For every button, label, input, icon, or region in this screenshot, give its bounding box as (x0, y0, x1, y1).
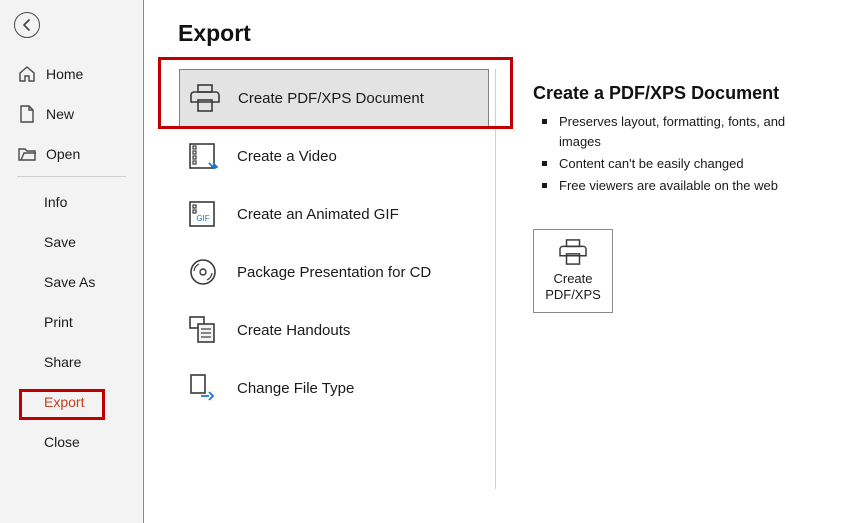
nav-item-close[interactable]: Close (0, 422, 143, 462)
export-option-create-handouts[interactable]: Create Handouts (179, 301, 489, 359)
export-option-create-pdf-xps[interactable]: Create PDF/XPS Document (179, 69, 489, 127)
detail-title: Create a PDF/XPS Document (533, 83, 826, 104)
handouts-icon (189, 315, 219, 345)
nav-item-label: Export (44, 394, 84, 410)
nav-item-label: Info (44, 194, 67, 210)
export-option-label: Change File Type (237, 380, 354, 397)
nav-item-info[interactable]: Info (0, 182, 143, 222)
export-option-create-gif[interactable]: GIF Create an Animated GIF (179, 185, 489, 243)
back-arrow-icon (20, 18, 34, 32)
svg-text:GIF: GIF (196, 214, 209, 223)
nav-item-label: Home (46, 66, 83, 82)
printer-icon (558, 239, 588, 265)
nav-item-label: Close (44, 434, 80, 450)
change-type-icon (189, 373, 219, 403)
export-option-change-file-type[interactable]: Change File Type (179, 359, 489, 417)
detail-bullet: Content can't be easily changed (533, 154, 826, 174)
sidebar: Home New Open Info Save Save As Print Sh… (0, 0, 144, 523)
nav-secondary: Info Save Save As Print Share Export Clo… (0, 182, 143, 462)
action-button-label-line1: Create (553, 271, 592, 287)
nav-primary: Home New Open (0, 54, 143, 174)
nav-item-label: New (46, 106, 74, 122)
home-icon (18, 65, 36, 83)
export-option-label: Create an Animated GIF (237, 206, 399, 223)
cd-icon (189, 257, 219, 287)
main-panel: Export Create PDF/XPS Document Create a … (144, 0, 848, 523)
nav-item-print[interactable]: Print (0, 302, 143, 342)
printer-icon (190, 83, 220, 113)
export-options-column: Create PDF/XPS Document Create a Video G… (144, 69, 496, 489)
gif-icon: GIF (189, 199, 219, 229)
page-title: Export (178, 20, 848, 47)
video-icon (189, 141, 219, 171)
detail-bullets: Preserves layout, formatting, fonts, and… (533, 112, 826, 197)
detail-bullet: Preserves layout, formatting, fonts, and… (533, 112, 826, 152)
export-option-label: Create Handouts (237, 322, 350, 339)
create-pdf-xps-button[interactable]: Create PDF/XPS (533, 229, 613, 313)
export-option-package-cd[interactable]: Package Presentation for CD (179, 243, 489, 301)
nav-divider (17, 176, 126, 177)
nav-item-share[interactable]: Share (0, 342, 143, 382)
nav-item-label: Save As (44, 274, 95, 290)
nav-item-label: Open (46, 146, 80, 162)
export-option-label: Create PDF/XPS Document (238, 90, 424, 107)
nav-item-label: Share (44, 354, 81, 370)
action-button-label-line2: PDF/XPS (545, 287, 601, 303)
nav-item-save[interactable]: Save (0, 222, 143, 262)
open-icon (18, 145, 36, 163)
detail-bullet: Free viewers are available on the web (533, 176, 826, 196)
nav-item-open[interactable]: Open (0, 134, 143, 174)
export-option-create-video[interactable]: Create a Video (179, 127, 489, 185)
export-option-label: Create a Video (237, 148, 337, 165)
export-detail-column: Create a PDF/XPS Document Preserves layo… (496, 69, 826, 489)
nav-item-export[interactable]: Export (0, 382, 143, 422)
nav-item-home[interactable]: Home (0, 54, 143, 94)
new-icon (18, 105, 36, 123)
nav-item-label: Save (44, 234, 76, 250)
nav-item-new[interactable]: New (0, 94, 143, 134)
nav-item-label: Print (44, 314, 73, 330)
nav-item-save-as[interactable]: Save As (0, 262, 143, 302)
export-option-label: Package Presentation for CD (237, 264, 431, 281)
back-button[interactable] (14, 12, 40, 38)
